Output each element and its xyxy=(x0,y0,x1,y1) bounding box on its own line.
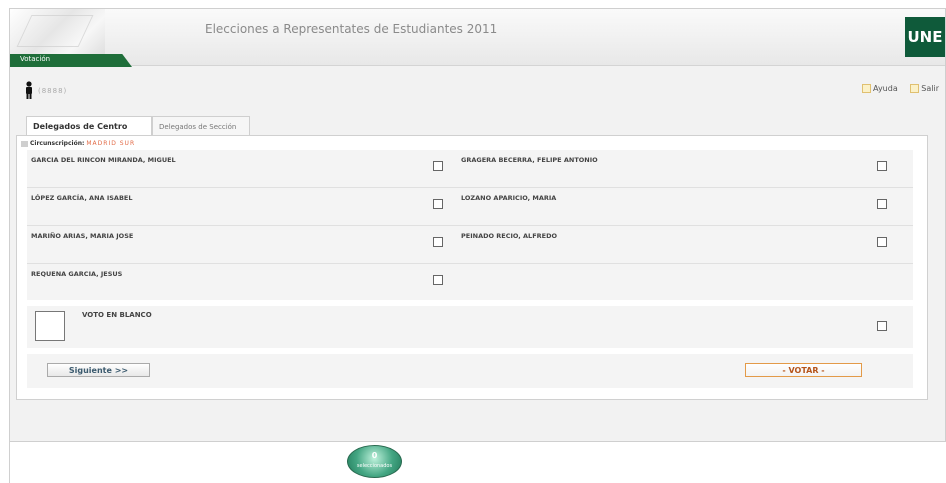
candidate-checkbox[interactable] xyxy=(433,275,443,285)
blank-vote-box xyxy=(35,311,65,341)
blank-vote-checkbox[interactable] xyxy=(877,321,887,331)
candidate-name: GARCIA DEL RINCON MIRANDA, MIGUEL xyxy=(31,156,176,164)
candidate-lozano-aparicio: LOZANO APARICIO, MARIA xyxy=(457,188,913,226)
candidate-name: PEINADO RECIO, ALFREDO xyxy=(461,232,558,240)
action-row: Siguiente >> - VOTAR - xyxy=(27,354,913,388)
tab-delegados-centro[interactable]: Delegados de Centro xyxy=(26,116,152,137)
candidate-checkbox[interactable] xyxy=(877,199,887,209)
candidate-gragera-becerra: GRAGERA BECERRA, FELIPE ANTONIO xyxy=(457,150,913,188)
circunscripcion-value: MADRID SUR xyxy=(86,140,136,147)
exit-link[interactable]: Salir xyxy=(910,84,939,93)
candidate-peinado-recio: PEINADO RECIO, ALFREDO xyxy=(457,226,913,264)
user-icon xyxy=(26,81,32,99)
blank-vote-row: VOTO EN BLANCO xyxy=(27,306,913,348)
section-tab-label: Votación xyxy=(20,55,51,63)
help-link-label: Ayuda xyxy=(873,84,898,93)
candidate-name: LOZANO APARICIO, MARIA xyxy=(461,194,557,202)
tab-delegados-seccion[interactable]: Delegados de Sección xyxy=(152,116,250,136)
vote-button[interactable]: - VOTAR - xyxy=(745,363,862,377)
candidate-checkbox[interactable] xyxy=(433,199,443,209)
selection-count: 0 xyxy=(371,451,378,460)
exit-link-label: Salir xyxy=(921,84,939,93)
candidate-checkbox[interactable] xyxy=(433,161,443,171)
ballot-panel: Circunscripción: MADRID SUR GARCIA DEL RI… xyxy=(16,135,928,400)
candidate-checkbox[interactable] xyxy=(877,237,887,247)
circunscripcion-label: Circunscripción: xyxy=(30,140,85,147)
user-bar: (8888) Ayuda Salir xyxy=(10,81,945,101)
candidate-marino-arias: MARIÑO ARIAS, MARIA JOSE xyxy=(27,226,457,264)
candidate-requena-garcia: REQUENA GARCIA, JESUS xyxy=(27,264,457,302)
candidate-name: GRAGERA BECERRA, FELIPE ANTONIO xyxy=(461,156,598,164)
divider xyxy=(9,440,10,483)
uned-logo: UNE xyxy=(905,17,945,57)
candidate-lopez-garcia: LÓPEZ GARCÍA, ANA ISABEL xyxy=(27,188,457,226)
selection-counter: 0 seleccionados xyxy=(347,445,402,478)
candidate-name: LÓPEZ GARCÍA, ANA ISABEL xyxy=(31,194,133,202)
section-tab[interactable]: Votación xyxy=(10,54,132,67)
blank-vote-label: VOTO EN BLANCO xyxy=(82,311,152,319)
next-button[interactable]: Siguiente >> xyxy=(47,363,150,377)
candidate-list: GARCIA DEL RINCON MIRANDA, MIGUEL GRAGER… xyxy=(27,150,913,300)
candidate-garcia-del-rincon: GARCIA DEL RINCON MIRANDA, MIGUEL xyxy=(27,150,457,188)
candidate-name: REQUENA GARCIA, JESUS xyxy=(31,270,123,278)
help-link[interactable]: Ayuda xyxy=(862,84,898,93)
help-icon xyxy=(862,84,872,93)
candidate-checkbox[interactable] xyxy=(877,161,887,171)
app-title: Elecciones a Representates de Estudiante… xyxy=(205,22,498,36)
header-decoration xyxy=(10,9,105,59)
candidate-name: MARIÑO ARIAS, MARIA JOSE xyxy=(31,232,134,240)
user-id: (8888) xyxy=(38,87,68,95)
circunscripcion: Circunscripción: MADRID SUR xyxy=(21,140,135,147)
top-links: Ayuda Salir xyxy=(852,84,939,93)
selection-count-label: seleccionados xyxy=(356,463,393,469)
header: Elecciones a Representates de Estudiante… xyxy=(10,9,945,66)
exit-icon xyxy=(910,84,920,93)
circunscripcion-icon xyxy=(21,140,28,147)
candidate-checkbox[interactable] xyxy=(433,237,443,247)
